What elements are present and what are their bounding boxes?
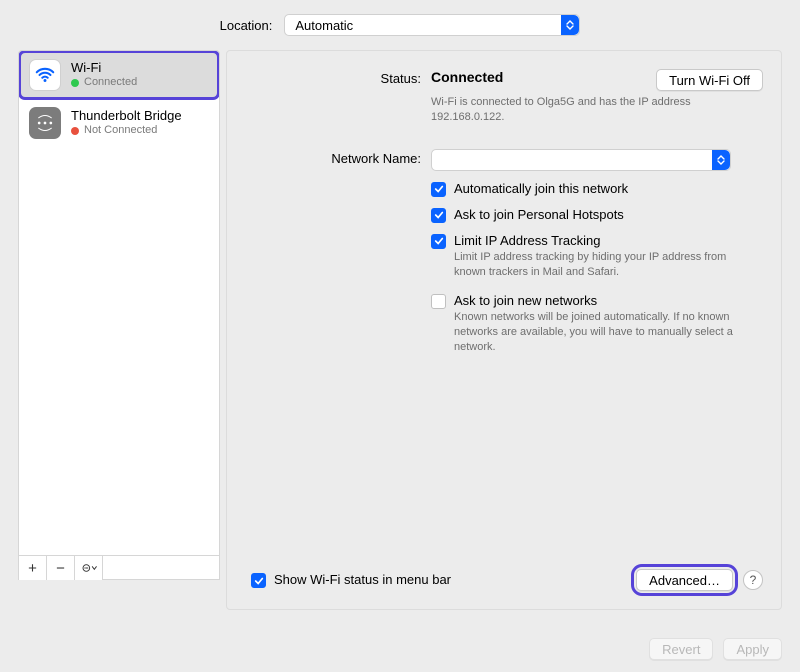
status-dot-icon — [71, 79, 79, 87]
ask-hotspot-checkbox[interactable] — [431, 208, 446, 223]
status-dot-icon — [71, 127, 79, 135]
sidebar-item-status: Not Connected — [84, 124, 157, 138]
chevron-updown-icon — [561, 15, 579, 35]
ask-hotspot-label: Ask to join Personal Hotspots — [454, 207, 624, 222]
location-select[interactable]: Automatic — [284, 14, 580, 36]
revert-button[interactable]: Revert — [649, 638, 713, 660]
sidebar-item-label: Thunderbolt Bridge — [71, 108, 182, 124]
ask-new-desc: Known networks will be joined automatica… — [454, 310, 744, 355]
show-menubar-label: Show Wi-Fi status in menu bar — [274, 572, 451, 587]
chevron-updown-icon — [712, 150, 730, 170]
ask-new-label: Ask to join new networks — [454, 293, 744, 308]
add-service-button[interactable]: + — [19, 556, 47, 580]
help-button[interactable]: ? — [743, 570, 763, 590]
thunderbolt-icon — [29, 107, 61, 139]
network-services-list: Wi-Fi Connected — [18, 50, 220, 556]
advanced-button[interactable]: Advanced… — [636, 569, 733, 591]
limit-ip-checkbox[interactable] — [431, 234, 446, 249]
status-description: Wi-Fi is connected to Olga5G and has the… — [431, 95, 731, 125]
sidebar-item-label: Wi-Fi — [71, 60, 137, 76]
auto-join-checkbox[interactable] — [431, 182, 446, 197]
sidebar-toolbar: + − — [18, 556, 220, 580]
location-selected: Automatic — [295, 18, 353, 33]
network-name-select[interactable] — [431, 149, 731, 171]
location-label: Location: — [220, 18, 273, 33]
remove-service-button[interactable]: − — [47, 556, 75, 580]
turn-wifi-off-button[interactable]: Turn Wi-Fi Off — [656, 69, 763, 91]
detail-panel: Turn Wi-Fi Off Status: Connected Wi-Fi i… — [226, 50, 782, 610]
apply-button[interactable]: Apply — [723, 638, 782, 660]
wifi-icon — [29, 59, 61, 91]
limit-ip-label: Limit IP Address Tracking — [454, 233, 744, 248]
more-options-button[interactable] — [75, 556, 103, 580]
sidebar-item-thunderbolt[interactable]: Thunderbolt Bridge Not Connected — [19, 99, 219, 147]
auto-join-label: Automatically join this network — [454, 181, 628, 196]
ask-new-checkbox[interactable] — [431, 294, 446, 309]
status-label: Status: — [227, 69, 431, 86]
sidebar-item-status: Connected — [84, 76, 137, 90]
sidebar-item-wifi[interactable]: Wi-Fi Connected — [19, 51, 219, 99]
limit-ip-desc: Limit IP address tracking by hiding your… — [454, 250, 744, 280]
network-name-label: Network Name: — [227, 149, 431, 166]
show-menubar-checkbox[interactable] — [251, 573, 266, 588]
